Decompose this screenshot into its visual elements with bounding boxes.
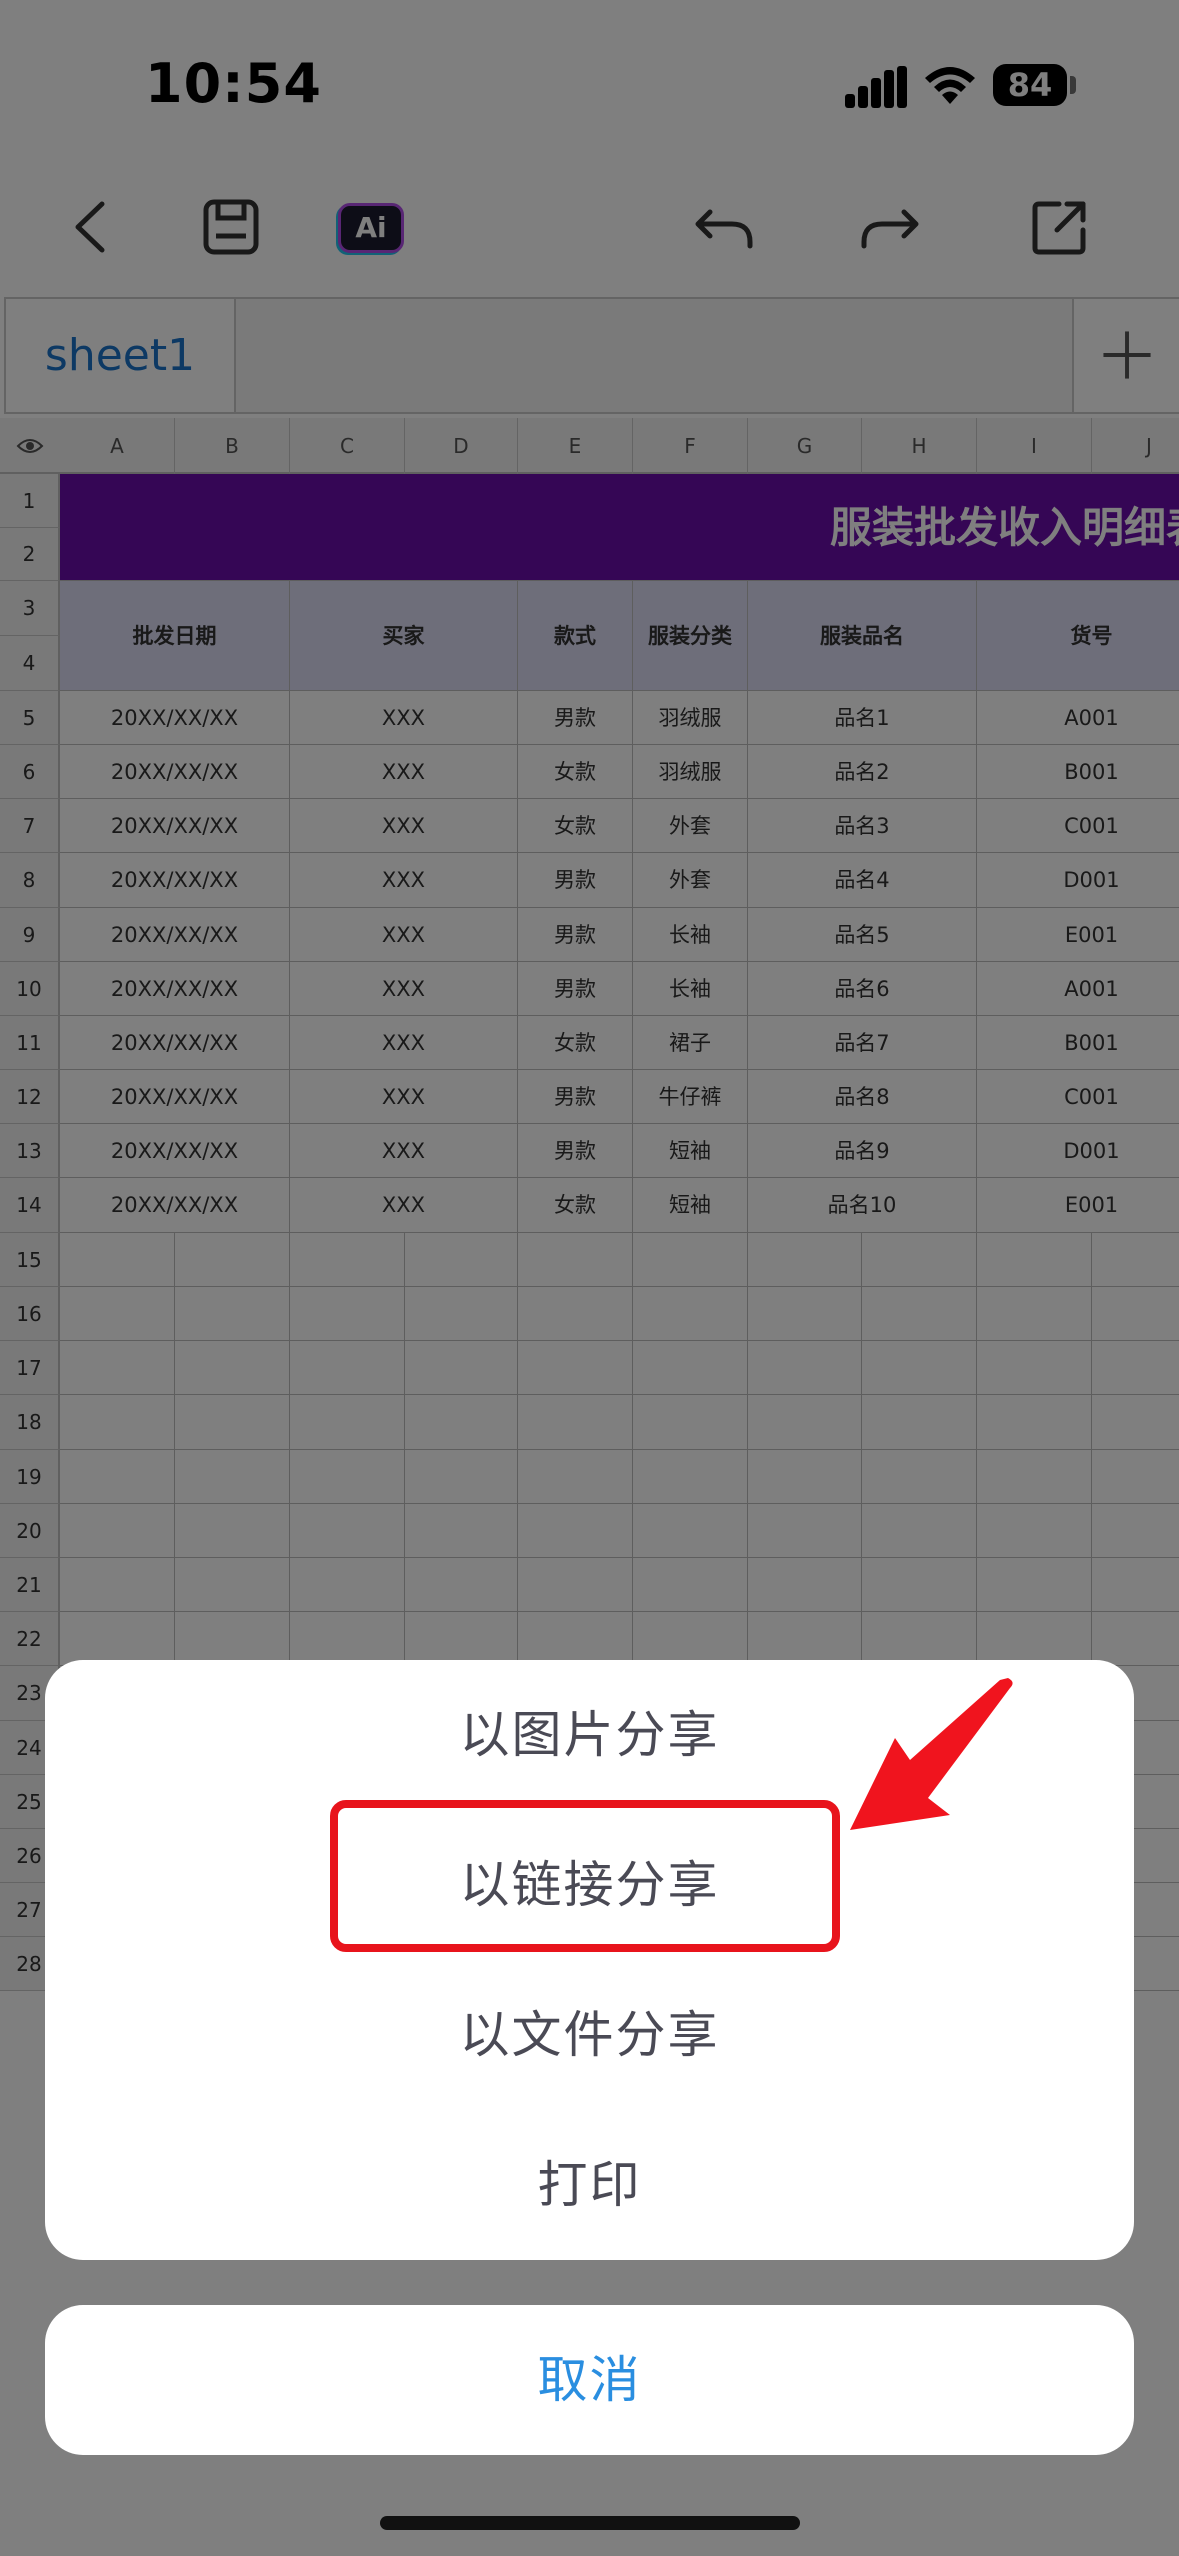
highlight-box [330,1800,840,1952]
cancel-button[interactable]: 取消 [45,2305,1134,2455]
print-option[interactable]: 打印 [45,2110,1134,2260]
share-as-file-option[interactable]: 以文件分享 [45,1960,1134,2110]
home-indicator [380,2516,800,2530]
red-arrow-icon [850,1678,1013,1830]
